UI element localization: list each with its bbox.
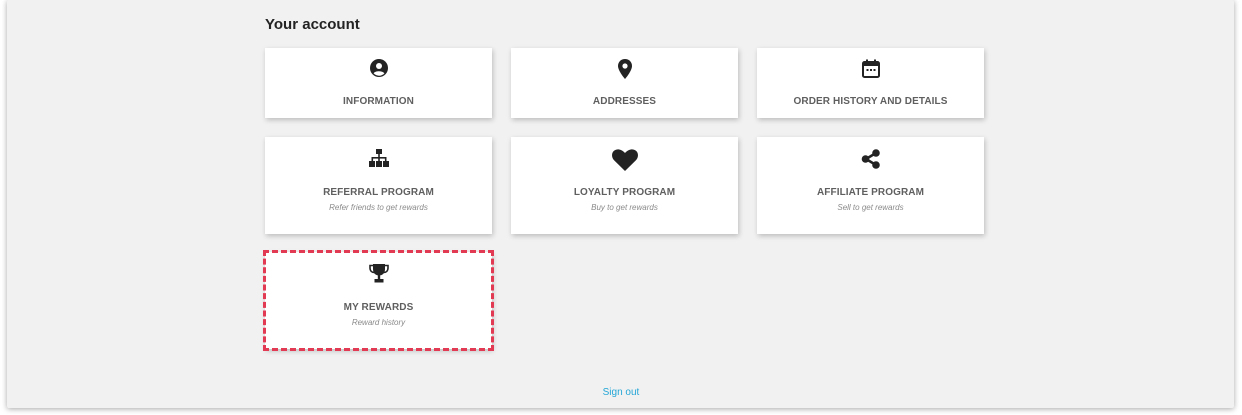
my-rewards-label: MY REWARDS: [343, 302, 414, 313]
calendar-icon: [757, 59, 984, 78]
map-pin-icon: [511, 59, 738, 79]
affiliate-program-tile[interactable]: AFFILIATE PROGRAM Sell to get rewards: [757, 137, 984, 234]
loyalty-program-label: LOYALTY PROGRAM: [573, 187, 676, 198]
affiliate-program-subtitle: Sell to get rewards: [837, 203, 904, 212]
affiliate-program-label: AFFILIATE PROGRAM: [816, 187, 925, 198]
my-rewards-tile[interactable]: MY REWARDS Reward history: [263, 250, 494, 351]
order-history-tile[interactable]: ORDER HISTORY AND DETAILS: [757, 48, 984, 118]
addresses-tile[interactable]: ADDRESSES: [511, 48, 738, 118]
my-rewards-subtitle: Reward history: [351, 318, 406, 327]
sitemap-icon: [265, 149, 492, 168]
user-circle-icon: [265, 59, 492, 77]
addresses-label: ADDRESSES: [592, 96, 657, 107]
loyalty-program-tile[interactable]: LOYALTY PROGRAM Buy to get rewards: [511, 137, 738, 234]
loyalty-program-subtitle: Buy to get rewards: [591, 203, 658, 212]
trophy-icon: [265, 264, 492, 283]
referral-program-label: REFERRAL PROGRAM: [323, 187, 434, 198]
referral-program-tile[interactable]: REFERRAL PROGRAM Refer friends to get re…: [265, 137, 492, 234]
heart-icon: [511, 149, 738, 171]
order-history-label: ORDER HISTORY AND DETAILS: [793, 96, 948, 107]
referral-program-subtitle: Refer friends to get rewards: [329, 203, 428, 212]
page-title: Your account: [265, 16, 360, 33]
share-icon: [757, 149, 984, 169]
information-tile[interactable]: INFORMATION: [265, 48, 492, 118]
sign-out-link[interactable]: Sign out: [0, 387, 1242, 398]
information-label: INFORMATION: [343, 96, 414, 107]
